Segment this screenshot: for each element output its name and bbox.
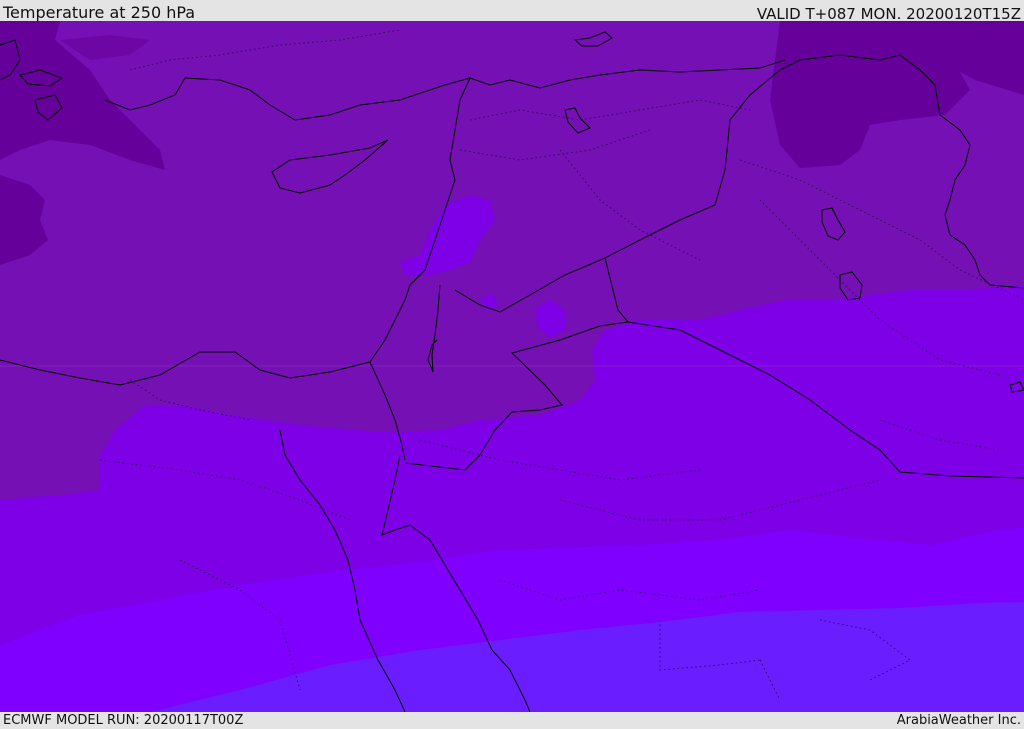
footer-bar: ECMWF MODEL RUN: 20200117T00Z ArabiaWeat… <box>0 712 1024 729</box>
model-run-label: ECMWF MODEL RUN: 20200117T00Z <box>3 713 244 728</box>
temperature-map <box>0 21 1024 712</box>
header-bar: Temperature at 250 hPa VALID T+087 MON. … <box>0 0 1024 23</box>
map-title: Temperature at 250 hPa <box>3 3 196 22</box>
valid-time-label: VALID T+087 MON. 20200120T15Z <box>756 5 1021 23</box>
credit-label: ArabiaWeather Inc. <box>896 713 1021 728</box>
